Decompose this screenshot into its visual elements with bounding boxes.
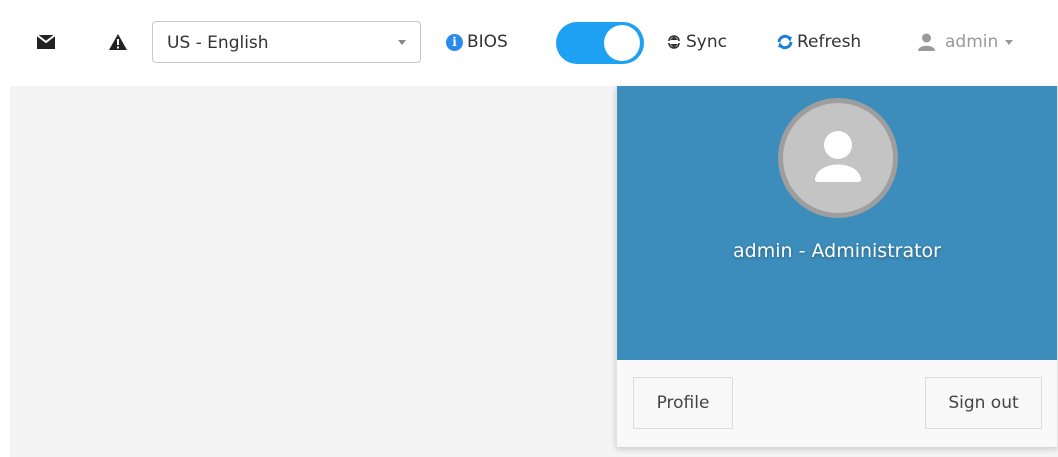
alerts-button[interactable] (106, 30, 130, 54)
envelope-icon (36, 34, 56, 49)
user-icon (918, 33, 935, 51)
info-icon: i (446, 33, 463, 51)
user-role-title: admin - Administrator (733, 240, 941, 262)
bios-toggle-switch[interactable] (556, 22, 644, 64)
sync-icon (668, 35, 680, 49)
bios-link[interactable]: i BIOS (446, 27, 508, 57)
user-menu-label: admin (945, 32, 999, 52)
user-menu-toggle[interactable]: admin (918, 27, 1014, 57)
refresh-label: Refresh (797, 32, 862, 52)
warning-icon (109, 34, 127, 50)
sync-label: Sync (686, 32, 727, 52)
language-select[interactable]: US - English (152, 21, 421, 63)
refresh-button[interactable]: Refresh (776, 27, 861, 57)
user-avatar-icon (815, 131, 861, 182)
refresh-icon (777, 34, 793, 50)
sync-button[interactable]: Sync (666, 27, 727, 57)
user-dropdown-menu: admin - Administrator Profile Sign out (616, 86, 1058, 447)
user-avatar (778, 98, 898, 218)
chevron-down-icon (1005, 40, 1014, 45)
top-navbar: US - English i BIOS Sync Refresh admin (0, 0, 1058, 86)
user-dropdown-header: admin - Administrator (617, 86, 1057, 360)
chevron-down-icon (398, 40, 406, 45)
profile-button[interactable]: Profile (633, 377, 733, 429)
sign-out-button[interactable]: Sign out (925, 377, 1042, 429)
bios-label: BIOS (467, 32, 508, 52)
user-dropdown-footer: Profile Sign out (617, 360, 1057, 447)
messages-button[interactable] (34, 30, 58, 54)
toggle-knob (604, 25, 640, 61)
language-select-value: US - English (167, 33, 269, 53)
